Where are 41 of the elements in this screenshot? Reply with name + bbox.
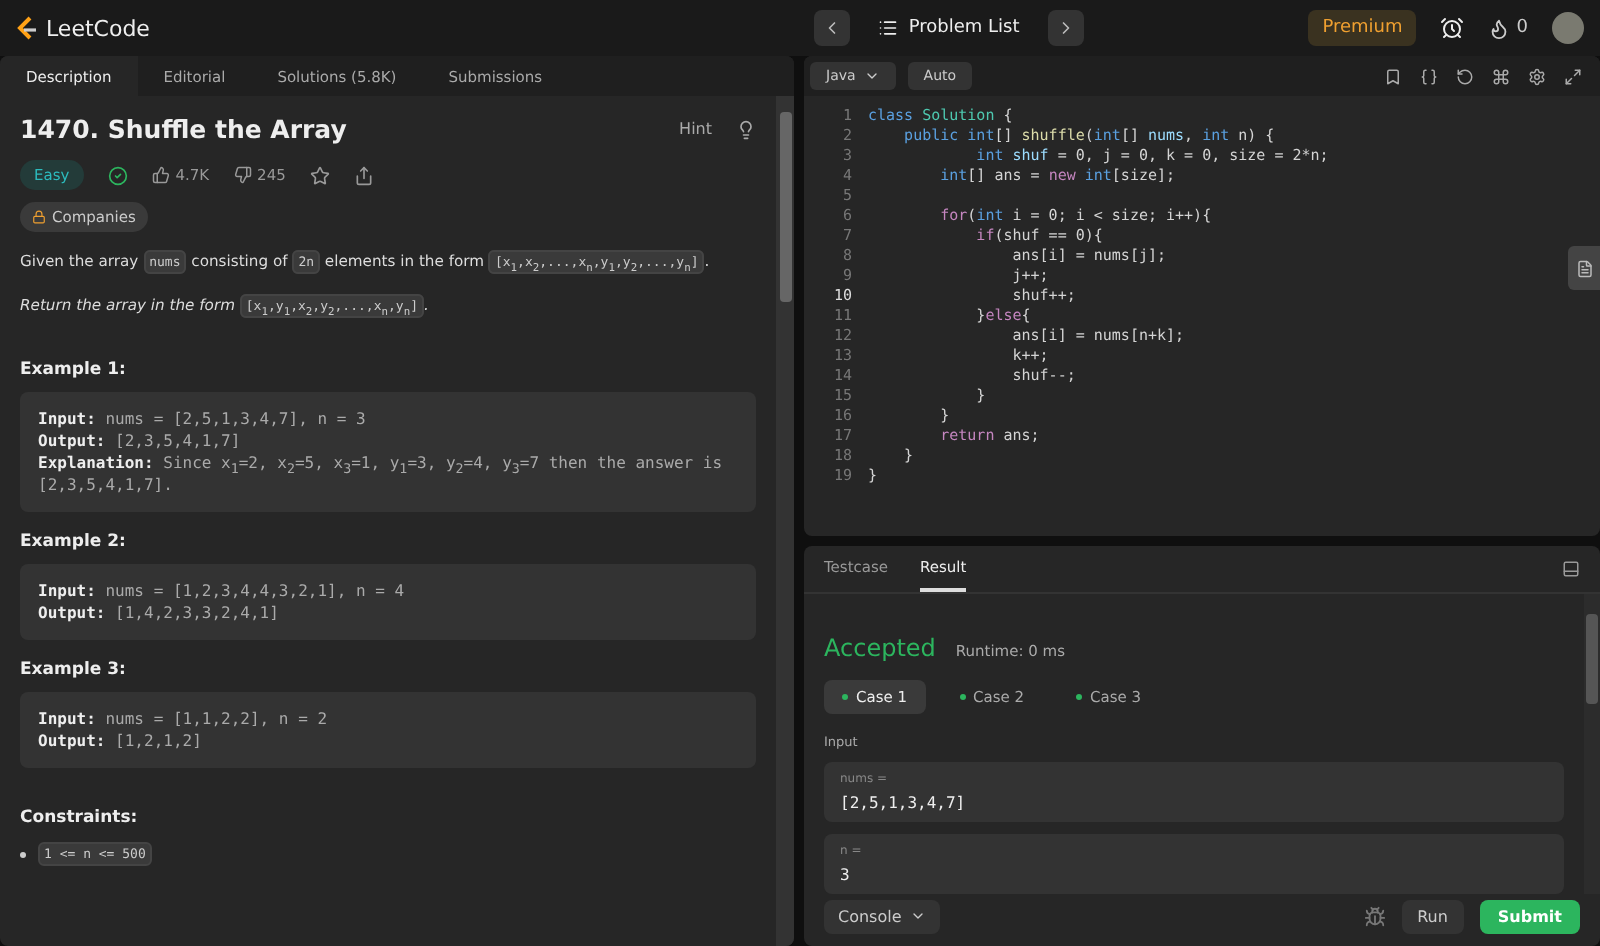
list-icon xyxy=(878,18,899,38)
run-button[interactable]: Run xyxy=(1401,899,1464,933)
constraints-heading: Constraints: xyxy=(20,808,140,828)
streak-counter[interactable]: 0 xyxy=(1488,17,1528,39)
premium-button[interactable]: Premium xyxy=(1308,10,1417,46)
bookmark-icon[interactable] xyxy=(1384,67,1402,85)
example-block: Input: nums = [2,5,1,3,4,7], n = 3 Output: [2,3,5,4,1,7] Explanation: Since x$_{1}$=2, x$_{2}$=5, x$_{3}$=1, y$_{1}$=3, y$_{2}$=4, y$_{3}$=7 then the answer is [2,3,5,4,1,7]. xyxy=(20,392,756,512)
share-icon[interactable] xyxy=(353,165,374,185)
result-status: Accepted xyxy=(824,634,936,662)
bullet xyxy=(20,851,26,857)
example-heading: Example 2: xyxy=(20,532,128,552)
bug-icon[interactable] xyxy=(1363,905,1386,927)
alarm-clock-icon[interactable] xyxy=(1440,16,1465,40)
lightbulb-icon[interactable] xyxy=(736,119,756,139)
notes-button[interactable] xyxy=(1568,246,1600,290)
expand-icon[interactable] xyxy=(1564,67,1582,85)
star-icon[interactable] xyxy=(309,165,330,185)
file-icon xyxy=(1575,259,1593,277)
chevron-down-icon xyxy=(909,908,926,924)
avatar[interactable] xyxy=(1552,12,1584,44)
leetcode-logo[interactable]: LeetCode xyxy=(16,15,150,41)
example-block: Input: nums = [1,2,3,4,4,3,2,1], n = 4 Output: [1,4,2,3,3,2,4,1] xyxy=(20,564,756,640)
settings-icon[interactable] xyxy=(1528,67,1546,85)
problem-list-button[interactable]: Problem List xyxy=(866,16,1032,40)
flame-icon xyxy=(1488,17,1511,39)
example-block: Input: nums = [1,1,2,2], n = 2 Output: [1,2,1,2] xyxy=(20,692,756,768)
panel-icon[interactable] xyxy=(1562,560,1580,578)
example-heading: Example 3: xyxy=(20,660,128,680)
chevron-down-icon xyxy=(863,68,880,84)
reset-icon[interactable] xyxy=(1456,67,1474,85)
thumbs-up-icon xyxy=(151,166,170,184)
braces-icon[interactable] xyxy=(1420,67,1438,85)
scrollbar[interactable] xyxy=(1584,594,1600,894)
console-button[interactable]: Console xyxy=(824,899,940,933)
command-icon[interactable] xyxy=(1492,67,1510,85)
scrollbar[interactable] xyxy=(776,96,794,946)
lock-icon xyxy=(32,210,46,224)
example-heading: Example 1: xyxy=(20,360,128,380)
problem-title: 1470. Shuffle the Array xyxy=(20,114,349,144)
thumbs-down-icon xyxy=(233,166,252,184)
hint-link[interactable]: Hint xyxy=(679,120,712,138)
